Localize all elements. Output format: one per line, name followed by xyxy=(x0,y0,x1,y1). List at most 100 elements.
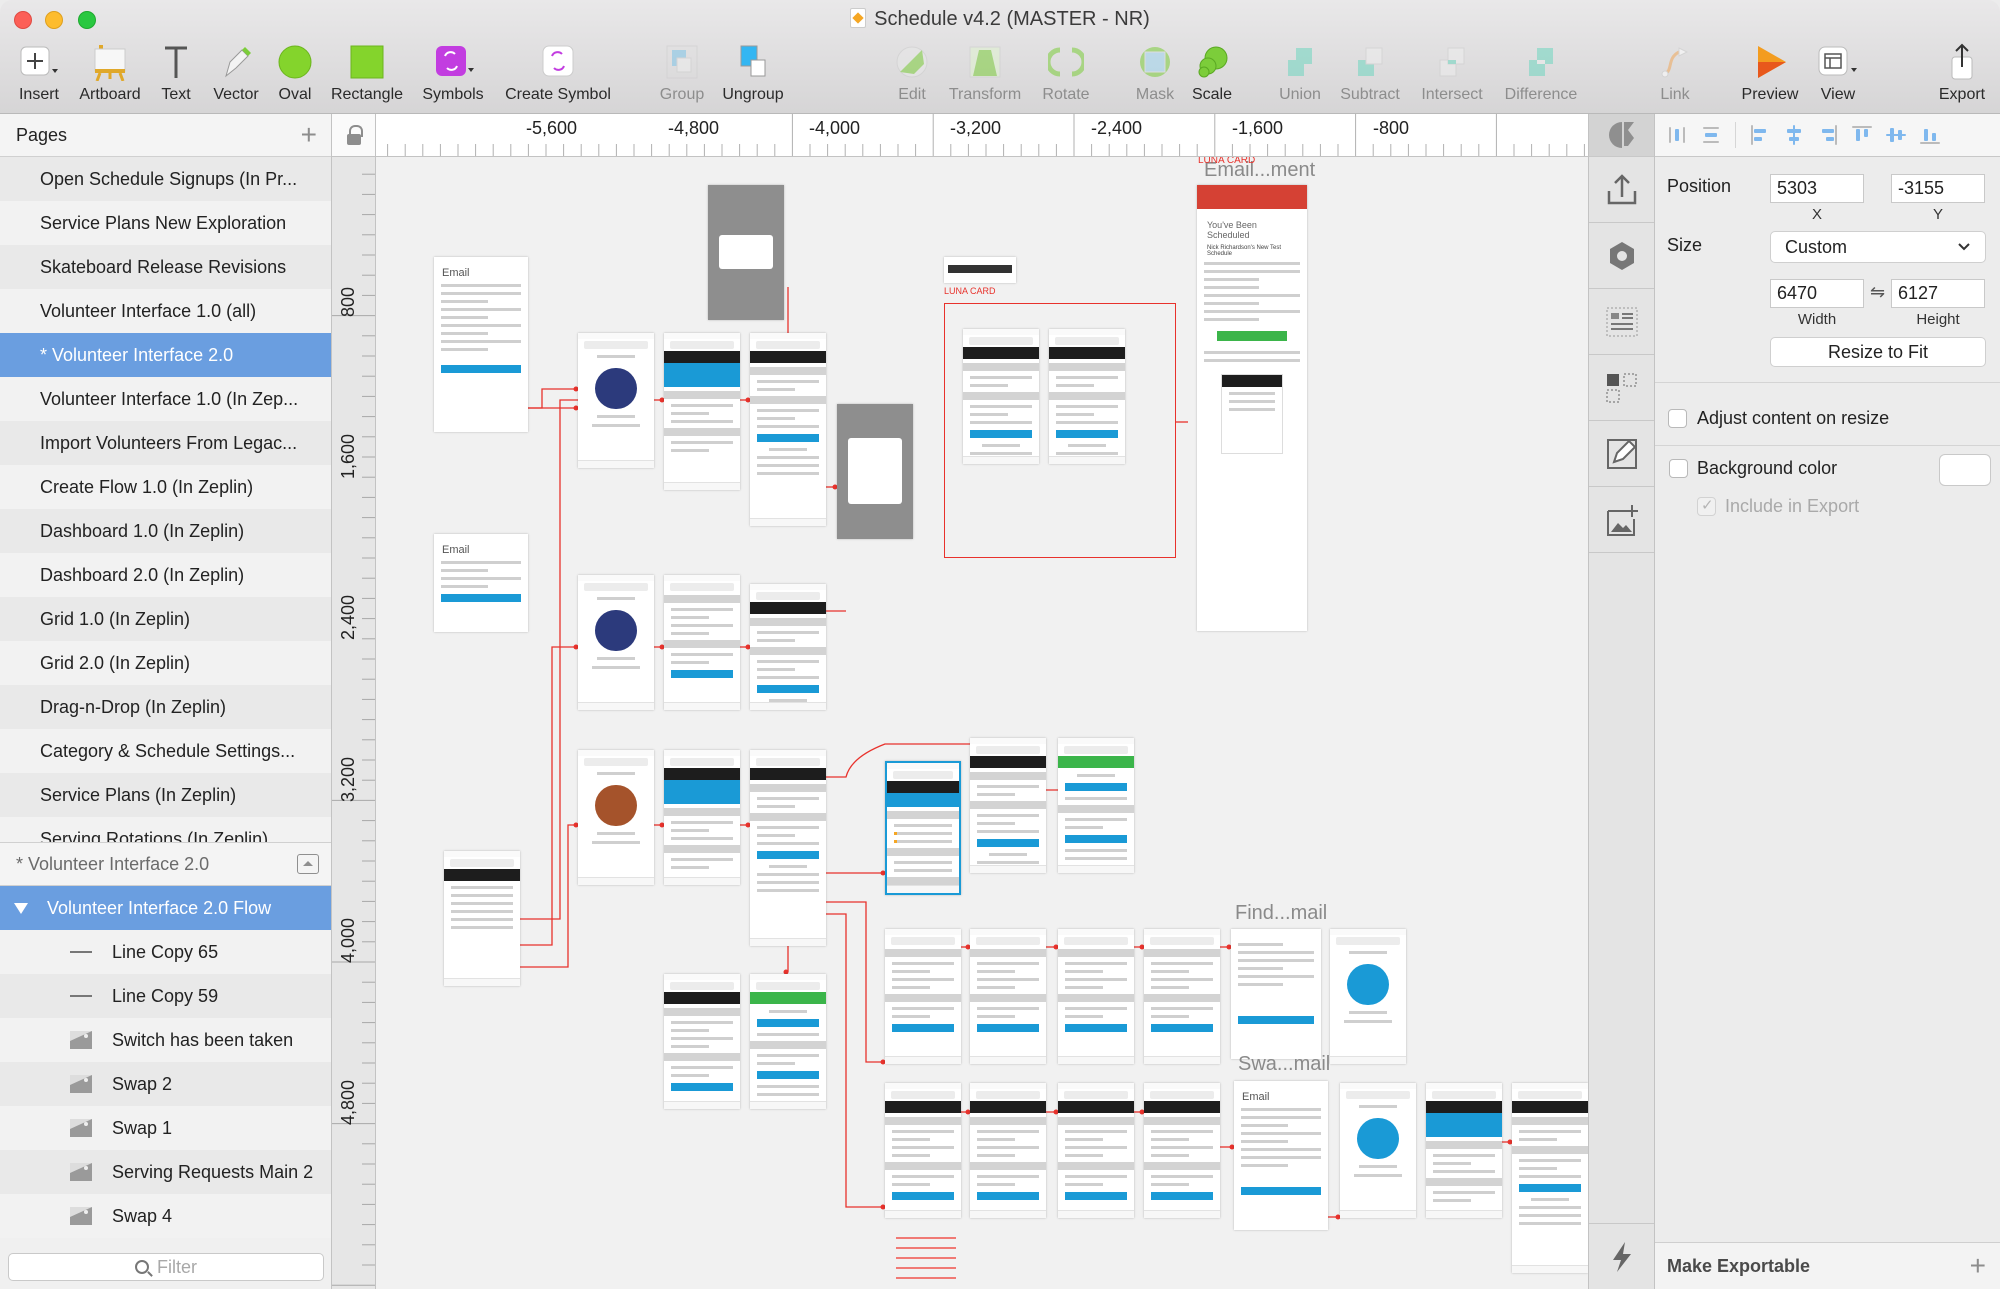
artboard-phone-screen[interactable] xyxy=(664,333,740,490)
artboard-phone-screen[interactable] xyxy=(750,584,826,710)
export-button[interactable]: Export xyxy=(1932,42,1992,110)
artboard-replacement-email[interactable] xyxy=(1231,929,1321,1059)
distribute-horizontal-button[interactable] xyxy=(1667,125,1687,145)
artboard-phone-screen[interactable] xyxy=(444,851,520,986)
page-item[interactable]: Service Plans New Exploration xyxy=(0,201,331,245)
page-item[interactable]: Create Flow 1.0 (In Zeplin) xyxy=(0,465,331,509)
artboard-phone-screen[interactable] xyxy=(885,1083,961,1218)
layer-filter-input[interactable]: Filter xyxy=(8,1253,324,1281)
union-button[interactable]: Union xyxy=(1272,42,1328,110)
edit-artboard-tab[interactable] xyxy=(1589,421,1654,487)
size-preset-select[interactable]: Custom xyxy=(1770,231,1986,263)
artboard-phone-screen[interactable] xyxy=(750,974,826,1109)
artboard-gmail-scheduled[interactable]: You've Been Scheduled Nick Richardson's … xyxy=(1197,185,1307,631)
artboard-phone-screen[interactable] xyxy=(970,1083,1046,1218)
artboard-phone-screen[interactable] xyxy=(750,750,826,946)
mask-button[interactable]: Mask xyxy=(1130,42,1180,110)
text-layout-tab[interactable] xyxy=(1589,289,1654,355)
artboard-phone-screen[interactable] xyxy=(1426,1083,1502,1218)
page-item[interactable]: Drag-n-Drop (In Zeplin) xyxy=(0,685,331,729)
preview-button[interactable]: Preview xyxy=(1736,42,1804,110)
artboard-phone-screen[interactable] xyxy=(963,329,1039,464)
position-y-input[interactable] xyxy=(1891,174,1985,203)
artboard-phone-screen[interactable] xyxy=(1058,738,1134,873)
artboard-phone-screen[interactable] xyxy=(885,761,961,895)
difference-button[interactable]: Difference xyxy=(1496,42,1586,110)
make-exportable-bar[interactable]: Make Exportable + xyxy=(1655,1242,2000,1289)
page-item[interactable]: Open Schedule Signups (In Pr... xyxy=(0,157,331,201)
page-item[interactable]: Volunteer Interface 1.0 (all) xyxy=(0,289,331,333)
ungroup-button[interactable]: Ungroup xyxy=(716,42,790,110)
align-bottom-button[interactable] xyxy=(1920,125,1940,145)
insert-button[interactable]: Insert xyxy=(10,42,68,110)
edit-button[interactable]: Edit xyxy=(884,42,940,110)
oval-button[interactable]: Oval xyxy=(270,42,320,110)
page-item[interactable]: Service Plans (In Zeplin) xyxy=(0,773,331,817)
artboard-button[interactable]: Artboard xyxy=(72,42,148,110)
design-canvas[interactable]: Email Email Email...ment LUNA CARD You'v… xyxy=(376,157,1588,1289)
page-item[interactable]: Grid 2.0 (In Zeplin) xyxy=(0,641,331,685)
height-input[interactable] xyxy=(1891,279,1985,308)
add-page-button[interactable]: + xyxy=(301,121,317,149)
include-in-export-checkbox[interactable] xyxy=(1697,496,1716,516)
horizontal-ruler[interactable]: -5,600 -4,800 -4,000 -3,200 -2,400 -1,60… xyxy=(332,114,1588,157)
artboard-phone-screen[interactable] xyxy=(885,929,961,1064)
artboard-phone-screen[interactable] xyxy=(578,333,654,468)
layer-item[interactable]: Swap 2 xyxy=(0,1062,331,1106)
layer-item[interactable]: Swap 4 xyxy=(0,1194,331,1238)
align-top-button[interactable] xyxy=(1852,125,1872,145)
page-item[interactable]: Import Volunteers From Legac... xyxy=(0,421,331,465)
layer-group-item[interactable]: Volunteer Interface 2.0 Flow xyxy=(0,886,331,930)
page-item[interactable]: Category & Schedule Settings... xyxy=(0,729,331,773)
layer-list[interactable]: Volunteer Interface 2.0 Flow Line Copy 6… xyxy=(0,886,331,1238)
artboard-phone-screen[interactable] xyxy=(970,738,1046,873)
luna-card-component[interactable] xyxy=(944,257,1016,283)
artboard-phone-screen[interactable] xyxy=(1512,1083,1588,1273)
background-color-swatch[interactable] xyxy=(1939,454,1991,486)
artboard-phone-screen[interactable] xyxy=(970,929,1046,1064)
link-button[interactable]: Link xyxy=(1652,42,1698,110)
distribute-vertical-button[interactable] xyxy=(1701,125,1721,145)
create-symbol-button[interactable]: Create Symbol xyxy=(496,42,620,110)
actions-tab[interactable] xyxy=(1589,1223,1654,1289)
artboard-phone-screen[interactable] xyxy=(578,750,654,885)
background-color-checkbox[interactable] xyxy=(1669,459,1688,478)
page-item-selected[interactable]: * Volunteer Interface 2.0 xyxy=(0,333,331,377)
artboard-phone-screen[interactable] xyxy=(1144,929,1220,1064)
width-input[interactable] xyxy=(1770,279,1864,308)
disclosure-triangle-icon[interactable] xyxy=(14,902,28,914)
page-item[interactable]: Skateboard Release Revisions xyxy=(0,245,331,289)
scale-button[interactable]: Scale xyxy=(1186,42,1238,110)
layer-item[interactable]: Line Copy 59 xyxy=(0,974,331,1018)
settings-tab[interactable] xyxy=(1589,223,1654,289)
rectangle-button[interactable]: Rectangle xyxy=(326,42,408,110)
lock-proportions-icon[interactable]: ⇋ xyxy=(1870,282,1885,303)
align-vertical-center-button[interactable] xyxy=(1886,125,1906,145)
vector-button[interactable]: Vector xyxy=(206,42,266,110)
page-item[interactable]: Grid 1.0 (In Zeplin) xyxy=(0,597,331,641)
rotate-button[interactable]: Rotate xyxy=(1034,42,1098,110)
page-item[interactable]: Dashboard 1.0 (In Zeplin) xyxy=(0,509,331,553)
ruler-lock-button[interactable] xyxy=(332,114,376,156)
artboard-phone-screen[interactable] xyxy=(1049,329,1125,464)
subtract-button[interactable]: Subtract xyxy=(1334,42,1406,110)
artboard-phone-screen[interactable] xyxy=(664,575,740,710)
resize-to-fit-button[interactable]: Resize to Fit xyxy=(1770,337,1986,367)
artboard-email-opportunities[interactable]: Email xyxy=(434,534,528,632)
adjust-content-checkbox[interactable] xyxy=(1668,409,1687,428)
export-tab[interactable] xyxy=(1589,157,1654,223)
symbols-button[interactable]: Symbols xyxy=(416,42,490,110)
align-right-button[interactable] xyxy=(1818,125,1838,145)
artboard-decline-request-modal[interactable] xyxy=(837,404,913,539)
layer-item[interactable]: Swap 1 xyxy=(0,1106,331,1150)
transform-button[interactable]: Transform xyxy=(944,42,1026,110)
artboard-phone-screen[interactable] xyxy=(1058,929,1134,1064)
collapse-pages-button[interactable] xyxy=(297,854,319,874)
text-button[interactable]: Text xyxy=(152,42,200,110)
align-left-button[interactable] xyxy=(1750,125,1770,145)
artboard-phone-screen[interactable] xyxy=(664,750,740,885)
page-item[interactable]: Serving Rotations (In Zeplin) xyxy=(0,817,331,842)
artboard-phone-screen[interactable] xyxy=(750,333,826,526)
artboard-phone-screen[interactable] xyxy=(1058,1083,1134,1218)
artboard-decline-all-modal[interactable] xyxy=(708,185,784,320)
